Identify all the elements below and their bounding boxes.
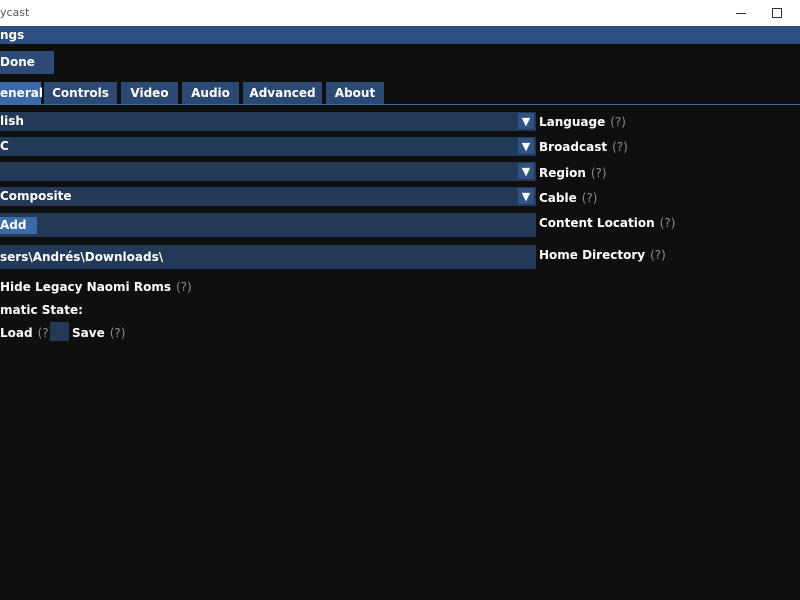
minimize-button[interactable] xyxy=(721,0,761,26)
tab-about[interactable]: About xyxy=(326,82,384,104)
chevron-down-icon[interactable]: ▼ xyxy=(518,138,534,154)
cable-select[interactable]: Composite ▼ xyxy=(0,187,536,206)
save-option[interactable]: Save (?) xyxy=(72,326,125,340)
tab-divider xyxy=(0,104,800,105)
region-label: Region (?) xyxy=(539,166,607,180)
tab-video[interactable]: Video xyxy=(121,82,178,104)
cable-label-text: Cable xyxy=(539,191,577,205)
broadcast-label: Broadcast (?) xyxy=(539,140,628,154)
add-content-button[interactable]: Add xyxy=(0,217,37,234)
broadcast-value: C xyxy=(0,139,9,153)
tab-controls[interactable]: Controls xyxy=(44,82,117,104)
settings-header: ngs xyxy=(0,26,800,44)
broadcast-help[interactable]: (?) xyxy=(612,140,628,154)
region-help[interactable]: (?) xyxy=(591,166,607,180)
home-directory-help[interactable]: (?) xyxy=(650,248,666,262)
chevron-down-icon[interactable]: ▼ xyxy=(518,188,534,204)
content-location-label-text: Content Location xyxy=(539,216,655,230)
language-label-text: Language xyxy=(539,115,606,129)
cable-value: Composite xyxy=(0,189,72,203)
language-value: lish xyxy=(0,114,24,128)
cable-label: Cable (?) xyxy=(539,191,597,205)
cable-help[interactable]: (?) xyxy=(582,191,598,205)
language-label: Language (?) xyxy=(539,115,626,129)
language-select[interactable]: lish ▼ xyxy=(0,112,536,131)
language-help[interactable]: (?) xyxy=(610,115,626,129)
home-directory-label: Home Directory (?) xyxy=(539,248,666,262)
region-label-text: Region xyxy=(539,166,586,180)
auto-state-label: matic State: xyxy=(0,303,83,317)
home-directory-label-text: Home Directory xyxy=(539,248,646,262)
window-titlebar: ycast xyxy=(0,0,800,26)
tab-advanced[interactable]: Advanced xyxy=(243,82,322,104)
content-location-list: Add xyxy=(0,213,536,237)
broadcast-label-text: Broadcast xyxy=(539,140,608,154)
window-title: ycast xyxy=(0,6,30,19)
maximize-button[interactable] xyxy=(757,0,797,26)
hide-legacy-label: Hide Legacy Naomi Roms xyxy=(0,280,171,294)
home-directory-field[interactable]: sers\Andrés\Downloads\ xyxy=(0,245,536,269)
tab-audio[interactable]: Audio xyxy=(182,82,239,104)
hide-legacy-help[interactable]: (?) xyxy=(176,280,192,294)
content-location-help[interactable]: (?) xyxy=(660,216,676,230)
save-label: Save xyxy=(72,326,105,340)
load-label: Load xyxy=(0,326,33,340)
page-title: ngs xyxy=(0,28,25,42)
minimize-icon xyxy=(736,12,746,14)
save-help[interactable]: (?) xyxy=(110,326,126,340)
content-location-label: Content Location (?) xyxy=(539,216,675,230)
hide-legacy-checkbox[interactable]: Hide Legacy Naomi Roms (?) xyxy=(0,280,192,294)
tab-general[interactable]: eneral xyxy=(0,82,43,104)
save-checkbox[interactable] xyxy=(50,322,69,341)
chevron-down-icon[interactable]: ▼ xyxy=(518,113,534,129)
done-button[interactable]: Done xyxy=(0,51,54,74)
region-select[interactable]: ▼ xyxy=(0,162,536,181)
load-checkbox[interactable]: Load (?) xyxy=(0,326,53,340)
tab-bar: eneral Controls Video Audio Advanced Abo… xyxy=(0,82,800,104)
broadcast-select[interactable]: C ▼ xyxy=(0,137,536,156)
maximize-icon xyxy=(772,8,782,18)
chevron-down-icon[interactable]: ▼ xyxy=(518,163,534,179)
